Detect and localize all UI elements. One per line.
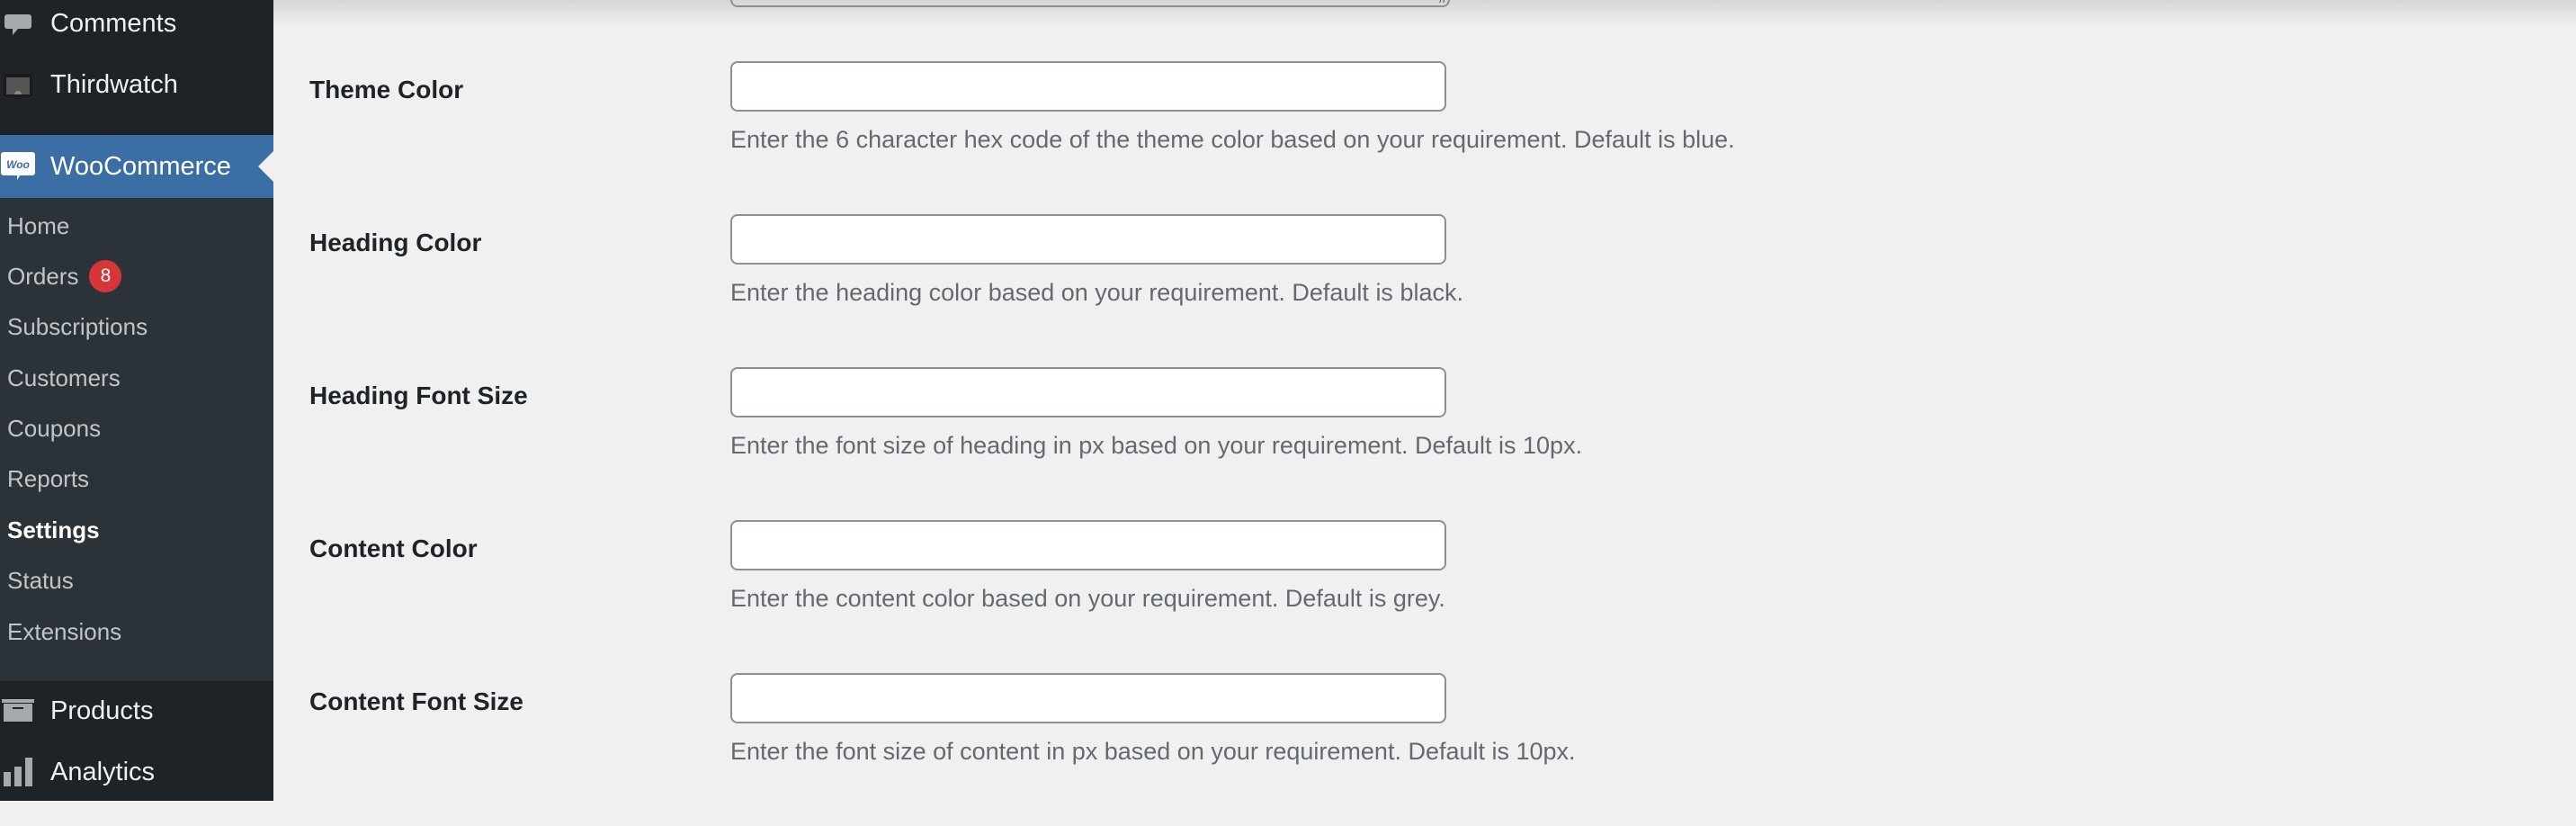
archive-box-icon bbox=[2, 699, 34, 722]
submenu-item-orders[interactable]: Orders 8 bbox=[7, 258, 122, 294]
submenu-label: Extensions bbox=[7, 617, 122, 645]
submenu-item-subscriptions[interactable]: Subscriptions bbox=[7, 309, 148, 345]
submenu-item-coupons[interactable]: Coupons bbox=[7, 410, 101, 446]
settings-form: // Theme Color Enter the 6 character hex… bbox=[273, 0, 2576, 801]
heading-color-input[interactable] bbox=[730, 214, 1446, 265]
woocommerce-submenu: Home Orders 8 Subscriptions Customers Co… bbox=[0, 198, 273, 681]
field-row-heading-font-size: Heading Font Size Enter the font size of… bbox=[273, 367, 2576, 520]
sidebar-item-products[interactable]: Products bbox=[0, 680, 273, 741]
submenu-label: Subscriptions bbox=[7, 312, 148, 340]
field-label: Content Font Size bbox=[309, 687, 523, 715]
submenu-item-reports[interactable]: Reports bbox=[7, 461, 89, 497]
field-label: Heading Color bbox=[309, 229, 482, 256]
comment-bubble-icon bbox=[4, 14, 31, 35]
heading-font-size-input[interactable] bbox=[730, 367, 1446, 417]
submenu-label: Coupons bbox=[7, 414, 102, 442]
resize-handle-icon[interactable]: // bbox=[1439, 0, 1446, 4]
content-color-input[interactable] bbox=[730, 520, 1446, 570]
field-label: Content Color bbox=[309, 534, 478, 562]
submenu-item-home[interactable]: Home bbox=[7, 208, 69, 244]
field-row-theme-color: Theme Color Enter the 6 character hex co… bbox=[273, 61, 2576, 214]
submenu-label: Customers bbox=[7, 364, 121, 391]
sidebar-item-thirdwatch[interactable]: Thirdwatch bbox=[0, 54, 273, 115]
sidebar-item-label: Analytics bbox=[50, 757, 156, 786]
submenu-label: Status bbox=[7, 566, 74, 594]
sidebar-item-label: Thirdwatch bbox=[50, 69, 178, 99]
submenu-item-settings[interactable]: Settings bbox=[7, 512, 100, 548]
sidebar-item-label: WooCommerce bbox=[50, 151, 231, 181]
field-label: Heading Font Size bbox=[309, 382, 528, 409]
field-row-content-color: Content Color Enter the content color ba… bbox=[273, 520, 2576, 673]
submenu-item-status[interactable]: Status bbox=[7, 562, 74, 598]
sidebar-item-analytics[interactable]: Analytics bbox=[0, 741, 273, 803]
active-indicator-arrow bbox=[258, 151, 273, 182]
field-description: Enter the 6 character hex code of the th… bbox=[730, 126, 1735, 153]
previous-textarea[interactable]: // bbox=[730, 0, 1450, 7]
field-description: Enter the font size of content in px bas… bbox=[730, 738, 1576, 765]
field-row-heading-color: Heading Color Enter the heading color ba… bbox=[273, 214, 2576, 367]
submenu-label: Settings bbox=[7, 516, 100, 543]
bar-chart-icon bbox=[4, 758, 32, 786]
field-description: Enter the font size of heading in px bas… bbox=[730, 432, 1583, 459]
sidebar-item-label: Products bbox=[50, 696, 154, 725]
sidebar-item-woocommerce[interactable]: Woo WooCommerce bbox=[0, 135, 273, 198]
thirdwatch-icon bbox=[4, 74, 32, 97]
woo-icon: Woo bbox=[1, 152, 35, 180]
submenu-label: Home bbox=[7, 211, 70, 239]
submenu-item-extensions[interactable]: Extensions bbox=[7, 614, 121, 650]
field-description: Enter the heading color based on your re… bbox=[730, 279, 1463, 306]
submenu-label: Orders bbox=[7, 262, 79, 290]
svg-text:Woo: Woo bbox=[6, 158, 30, 171]
orders-count-badge: 8 bbox=[89, 260, 122, 292]
field-description: Enter the content color based on your re… bbox=[730, 585, 1445, 612]
theme-color-input[interactable] bbox=[730, 61, 1446, 112]
field-row-content-font-size: Content Font Size Enter the font size of… bbox=[273, 673, 2576, 826]
field-label: Theme Color bbox=[309, 76, 464, 103]
sidebar-item-comments[interactable]: Comments bbox=[0, 0, 273, 54]
content-font-size-input[interactable] bbox=[730, 673, 1446, 723]
submenu-item-customers[interactable]: Customers bbox=[7, 360, 121, 396]
submenu-label: Reports bbox=[7, 464, 90, 492]
admin-sidebar: Comments Thirdwatch Woo WooCommerce Home… bbox=[0, 0, 273, 801]
sidebar-item-label: Comments bbox=[50, 8, 177, 38]
